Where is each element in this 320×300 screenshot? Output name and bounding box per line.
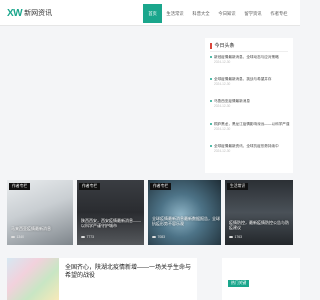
hot-tags-panel: 热门关键 <box>222 258 300 300</box>
card-views: 7773 <box>81 235 94 239</box>
list-item[interactable]: 全球疫情最新资讯，全球抗疫形势持续中 2024-12-30 <box>210 144 290 154</box>
site-logo[interactable]: XW 新网资讯 <box>7 7 52 20</box>
card-title[interactable]: 疫情防控，最新疫情防控公告与防疫建议 <box>229 220 291 230</box>
bullet-icon <box>210 56 212 59</box>
list-item-title: 乌鲁西亚疫情最新消息 <box>214 99 250 103</box>
list-item-date: 2024-12-30 <box>214 82 231 86</box>
panel-heading: 今日头条 <box>210 42 235 49</box>
bullet-icon <box>210 78 212 81</box>
panel-title: 今日头条 <box>214 43 235 49</box>
list-item-title: 全球疫情最新消息，挑战与希望并存 <box>214 77 272 81</box>
nav-item-study-abroad[interactable]: 留学资讯 <box>240 4 266 23</box>
today-headlines-panel: 今日头条 新冠疫情最新消息，全球动态与应对策略 2024-12-30 全球疫情最… <box>205 38 293 173</box>
divider <box>210 51 288 52</box>
nav-item-science[interactable]: 科普大全 <box>188 4 214 23</box>
list-item-title: 桐庐黑龙，黑龙江疫情影响深远——以科学严谨 <box>214 122 290 126</box>
bullet-icon <box>210 123 212 126</box>
list-item[interactable]: 新冠疫情最新消息，全球动态与应对策略 2024-12-30 <box>210 55 290 65</box>
list-item-date: 2024-12-30 <box>214 104 231 108</box>
card-title[interactable]: 陕西西安，西安疫情最新消息——以科学严谨守护城市 <box>81 218 143 228</box>
list-item-title: 新冠疫情最新消息，全球动态与应对策略 <box>214 55 279 59</box>
card-title[interactable]: 全球疫情最新消息最新数据报告，全球抗疫形势不容乐观 <box>152 216 220 226</box>
category-tag[interactable]: 作者专栏 <box>150 183 172 190</box>
nav-item-life[interactable]: 生活常识 <box>162 4 188 23</box>
bullet-icon <box>210 145 212 148</box>
logo-mark: XW <box>7 7 23 19</box>
list-item-date: 2024-12-30 <box>214 60 231 64</box>
eye-icon <box>11 235 15 239</box>
nav-item-authors[interactable]: 作者专栏 <box>266 4 292 23</box>
category-tag[interactable]: 作者专栏 <box>9 183 31 190</box>
nav-item-today[interactable]: 今日知识 <box>214 4 240 23</box>
logo-text: 新网资讯 <box>24 9 53 17</box>
list-item[interactable]: 全球疫情最新消息，挑战与希望并存 2024-12-30 <box>210 77 290 87</box>
featured-thumbnail[interactable] <box>7 258 59 300</box>
category-tag[interactable]: 生活常识 <box>227 183 249 190</box>
card-views: 1763 <box>229 235 242 239</box>
site-header: XW 新网资讯 首页 生活常识 科普大全 今日知识 留学资讯 作者专栏 <box>0 0 300 26</box>
list-item-date: 2024-12-30 <box>214 127 231 131</box>
article-card[interactable]: 作者专栏 陕西西安，西安疫情最新消息——以科学严谨守护城市 7773 <box>77 180 144 245</box>
list-item-date: 2024-12-30 <box>214 149 231 153</box>
list-item-title: 全球疫情最新资讯，全球抗疫形势持续中 <box>214 144 279 148</box>
featured-title[interactable]: 全国齐心，陕湖北疫情新增——一场关乎生命与希望的战役 <box>65 264 195 280</box>
nav-item-home[interactable]: 首页 <box>143 4 162 23</box>
main-nav: 首页 生活常识 科普大全 今日知识 留学资讯 作者专栏 <box>143 4 292 23</box>
card-title[interactable]: 马来西亚疫情最新消息 <box>11 226 71 231</box>
eye-icon <box>229 235 233 239</box>
hot-tag-button[interactable]: 热门关键 <box>228 280 250 287</box>
featured-article[interactable]: 全国齐心，陕湖北疫情新增——一场关乎生命与希望的战役 <box>7 258 197 300</box>
category-tag[interactable]: 作者专栏 <box>79 183 101 190</box>
list-item[interactable]: 桐庐黑龙，黑龙江疫情影响深远——以科学严谨 2024-12-30 <box>210 122 290 132</box>
article-card[interactable]: 作者专栏 全球疫情最新消息最新数据报告，全球抗疫形势不容乐观 7083 <box>148 180 221 245</box>
heading-accent-bar <box>210 42 212 49</box>
article-card[interactable]: 生活常识 疫情防控，最新疫情防控公告与防疫建议 1763 <box>225 180 293 245</box>
bullet-icon <box>210 100 212 103</box>
eye-icon <box>81 235 85 239</box>
card-views: 7083 <box>152 235 165 239</box>
article-card[interactable]: 作者专栏 马来西亚疫情最新消息 1340 <box>7 180 73 245</box>
eye-icon <box>152 235 156 239</box>
list-item[interactable]: 乌鲁西亚疫情最新消息 2024-12-30 <box>210 99 290 109</box>
card-views: 1340 <box>11 235 24 239</box>
